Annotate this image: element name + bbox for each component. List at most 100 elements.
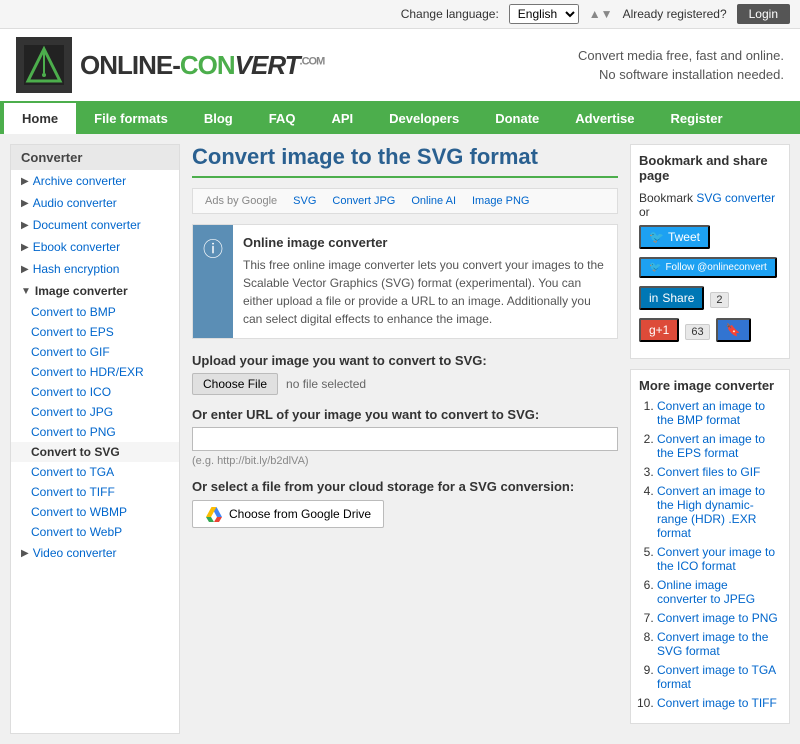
url-input[interactable] bbox=[192, 427, 618, 451]
sidebar-sub-svg[interactable]: Convert to SVG bbox=[11, 442, 179, 462]
sidebar-item-document[interactable]: ▶ Document converter bbox=[11, 214, 179, 236]
ad-link-3[interactable]: Online AI bbox=[411, 195, 456, 207]
more-link-7[interactable]: Convert image to PNG bbox=[657, 611, 778, 625]
main-layout: Converter ▶ Archive converter ▶ Audio co… bbox=[0, 134, 800, 744]
more-title: More image converter bbox=[639, 378, 781, 393]
twitter-icon: 🐦 bbox=[649, 230, 664, 244]
share-row: in Share 2 bbox=[639, 286, 781, 314]
ad-label: Ads by Google bbox=[205, 195, 277, 207]
nav-faq[interactable]: FAQ bbox=[251, 103, 314, 134]
desc-title: Online image converter bbox=[243, 235, 607, 250]
twitter-icon-2: 🐦 bbox=[649, 262, 661, 273]
nav-donate[interactable]: Donate bbox=[477, 103, 557, 134]
page-title: Convert image to the SVG format bbox=[192, 144, 618, 178]
ad-bar: Ads by Google SVG Convert JPG Online AI … bbox=[192, 188, 618, 214]
nav-home[interactable]: Home bbox=[4, 103, 76, 134]
nav: Home File formats Blog FAQ API Developer… bbox=[0, 103, 800, 134]
list-item: Convert an image to the BMP format bbox=[657, 399, 781, 427]
sidebar-sub-hdr[interactable]: Convert to HDR/EXR bbox=[11, 362, 179, 382]
logo-text: ONLINE-CONVERT.COM bbox=[80, 50, 324, 81]
sidebar-item-archive[interactable]: ▶ Archive converter bbox=[11, 170, 179, 192]
linkedin-share-button[interactable]: in Share bbox=[639, 286, 704, 310]
list-item: Convert image to PNG bbox=[657, 611, 781, 625]
more-link-9[interactable]: Convert image to TGA format bbox=[657, 663, 776, 691]
nav-api[interactable]: API bbox=[313, 103, 371, 134]
sidebar-sub-tiff[interactable]: Convert to TIFF bbox=[11, 482, 179, 502]
more-link-8[interactable]: Convert image to the SVG format bbox=[657, 630, 768, 658]
upload-section: Upload your image you want to convert to… bbox=[192, 353, 618, 528]
more-converters-box: More image converter Convert an image to… bbox=[630, 369, 790, 724]
more-link-6[interactable]: Online image converter to JPEG bbox=[657, 578, 755, 606]
tagline: Convert media free, fast and online. No … bbox=[578, 46, 784, 85]
sidebar-item-hash[interactable]: ▶ Hash encryption bbox=[11, 258, 179, 280]
gplus-row: g+1 63 🔖 bbox=[639, 318, 781, 346]
bookmark-box: Bookmark and share page Bookmark SVG con… bbox=[630, 144, 790, 359]
sidebar-sub-png[interactable]: Convert to PNG bbox=[11, 422, 179, 442]
sidebar-sub-webp[interactable]: Convert to WebP bbox=[11, 522, 179, 542]
header: ONLINE-CONVERT.COM Convert media free, f… bbox=[0, 29, 800, 103]
arrow-icon: ▶ bbox=[21, 176, 29, 187]
sidebar-item-audio[interactable]: ▶ Audio converter bbox=[11, 192, 179, 214]
more-link-4[interactable]: Convert an image to the High dynamic-ran… bbox=[657, 484, 765, 540]
svg-converter-link[interactable]: SVG converter bbox=[696, 191, 775, 205]
sidebar-sub-bmp[interactable]: Convert to BMP bbox=[11, 302, 179, 322]
sidebar-item-image[interactable]: ▼ Image converter bbox=[11, 280, 179, 302]
delicious-button[interactable]: 🔖 bbox=[716, 318, 751, 342]
google-drive-label: Choose from Google Drive bbox=[229, 507, 371, 521]
language-select[interactable]: English bbox=[509, 4, 579, 24]
ad-link-1[interactable]: SVG bbox=[293, 195, 316, 207]
bookmark-title: Bookmark and share page bbox=[639, 153, 781, 183]
sidebar-item-ebook[interactable]: ▶ Ebook converter bbox=[11, 236, 179, 258]
list-item: Convert an image to the High dynamic-ran… bbox=[657, 484, 781, 540]
arrow-icon: ▶ bbox=[21, 198, 29, 209]
more-link-2[interactable]: Convert an image to the EPS format bbox=[657, 432, 765, 460]
upload-label: Upload your image you want to convert to… bbox=[192, 353, 618, 368]
nav-file-formats[interactable]: File formats bbox=[76, 103, 186, 134]
arrow-icon: ▶ bbox=[21, 548, 29, 559]
follow-row: 🐦 Follow @onlineconvert bbox=[639, 257, 781, 282]
gplus-button[interactable]: g+1 bbox=[639, 318, 679, 342]
desc-text-area: Online image converter This free online … bbox=[233, 225, 617, 338]
bookmark-text: Bookmark SVG converter or bbox=[639, 191, 781, 219]
nav-advertise[interactable]: Advertise bbox=[557, 103, 652, 134]
logo-icon bbox=[16, 37, 72, 93]
ad-link-2[interactable]: Convert JPG bbox=[332, 195, 395, 207]
url-hint: (e.g. http://bit.ly/b2dlVA) bbox=[192, 455, 618, 467]
tweet-button[interactable]: 🐦 Tweet bbox=[639, 225, 710, 249]
sidebar-sub-jpg[interactable]: Convert to JPG bbox=[11, 402, 179, 422]
list-item: Convert image to the SVG format bbox=[657, 630, 781, 658]
sidebar-sub-wbmp[interactable]: Convert to WBMP bbox=[11, 502, 179, 522]
logo-area: ONLINE-CONVERT.COM bbox=[16, 37, 324, 93]
list-item: Convert image to TGA format bbox=[657, 663, 781, 691]
gdrive-icon bbox=[205, 505, 223, 523]
sidebar-sub-gif[interactable]: Convert to GIF bbox=[11, 342, 179, 362]
nav-blog[interactable]: Blog bbox=[186, 103, 251, 134]
sidebar-sub-ico[interactable]: Convert to ICO bbox=[11, 382, 179, 402]
no-file-text: no file selected bbox=[286, 377, 366, 391]
nav-register[interactable]: Register bbox=[653, 103, 741, 134]
sidebar-item-video[interactable]: ▶ Video converter bbox=[11, 542, 179, 564]
arrow-down-icon: ▼ bbox=[21, 286, 31, 297]
tweet-row: 🐦 Tweet bbox=[639, 225, 781, 253]
more-list: Convert an image to the BMP format Conve… bbox=[639, 399, 781, 710]
desc-body: This free online image converter lets yo… bbox=[243, 256, 607, 328]
login-button[interactable]: Login bbox=[737, 4, 790, 24]
nav-developers[interactable]: Developers bbox=[371, 103, 477, 134]
sidebar-sub-eps[interactable]: Convert to EPS bbox=[11, 322, 179, 342]
more-link-1[interactable]: Convert an image to the BMP format bbox=[657, 399, 765, 427]
choose-file-button[interactable]: Choose File bbox=[192, 373, 278, 395]
share-count: 2 bbox=[710, 292, 728, 308]
more-link-3[interactable]: Convert files to GIF bbox=[657, 465, 760, 479]
follow-button[interactable]: 🐦 Follow @onlineconvert bbox=[639, 257, 777, 278]
google-drive-button[interactable]: Choose from Google Drive bbox=[192, 500, 384, 528]
choose-file-row: Choose File no file selected bbox=[192, 373, 618, 395]
ad-link-4[interactable]: Image PNG bbox=[472, 195, 529, 207]
list-item: Convert your image to the ICO format bbox=[657, 545, 781, 573]
desc-icon: ⓘ bbox=[193, 225, 233, 338]
more-link-10[interactable]: Convert image to TIFF bbox=[657, 696, 777, 710]
sidebar-sub-tga[interactable]: Convert to TGA bbox=[11, 462, 179, 482]
change-language-label: Change language: bbox=[401, 7, 499, 21]
gplus-count: 63 bbox=[685, 324, 709, 340]
list-item: Online image converter to JPEG bbox=[657, 578, 781, 606]
more-link-5[interactable]: Convert your image to the ICO format bbox=[657, 545, 775, 573]
